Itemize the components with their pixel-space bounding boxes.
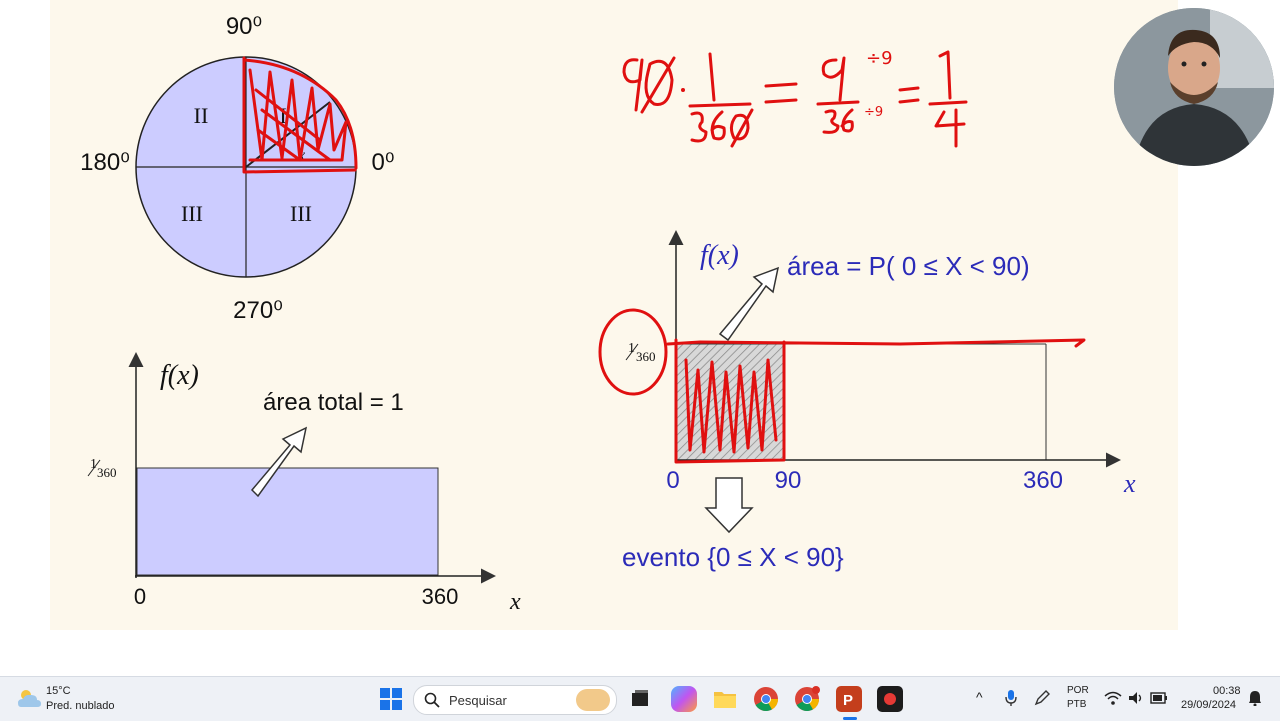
left-x-tick-360: 360 [422,584,459,609]
chrome-profile-icon[interactable] [794,686,820,712]
microphone-icon[interactable] [1004,689,1018,712]
webcam-overlay [1114,8,1274,166]
svg-text:1: 1 [628,341,635,356]
clock-time[interactable]: 00:38 [1213,685,1241,697]
right-x-tick-0: 0 [666,467,679,494]
left-density-graph: f(x) 1 360 área total = 1 0 360 x [87,352,521,615]
left-y-label: f(x) [160,360,199,391]
unit-circle-figure: 90⁰ 180⁰ 0⁰ 270⁰ I II III III x [80,13,394,324]
equation-div-top: ÷9 [866,48,893,69]
search-placeholder: Pesquisar [449,693,507,708]
pen-icon[interactable] [1033,689,1051,712]
search-icon [424,692,440,713]
windows-logo-icon [380,688,402,710]
left-area-label: área total = 1 [263,389,404,416]
event-label: evento {0 ≤ X < 90} [622,542,844,572]
language-top[interactable]: POR [1067,685,1089,696]
quadrant-2-label: II [194,103,209,128]
angle-right-label: 0⁰ [372,149,395,176]
lecture-slide: 90⁰ 180⁰ 0⁰ 270⁰ I II III III x f(x) 1 3… [80,13,1136,615]
weather-widget[interactable]: 15°C Pred. nublado [12,683,122,715]
right-x-label: x [1123,469,1136,498]
search-highlight-icon [576,689,610,711]
chrome-icon[interactable] [753,686,779,712]
show-hidden-icons-chevron-up-icon[interactable]: ^ [976,689,983,705]
quadrant-3-label: III [181,201,203,226]
screen-recorder-icon[interactable] [877,686,903,712]
svg-text:360: 360 [97,465,117,480]
left-x-tick-0: 0 [134,584,146,609]
svg-text:360: 360 [636,349,656,364]
right-density-fraction: 1 360 [625,341,656,364]
left-x-label: x [509,589,521,615]
right-x-tick-90: 90 [775,467,802,494]
volume-icon[interactable] [1127,690,1145,711]
weather-temperature: 15°C [46,685,71,697]
svg-text:1: 1 [90,457,97,472]
taskbar: 15°C Pred. nublado Pesquisar P ^ POR PTB [0,676,1280,721]
weather-cloud-icon [16,687,42,709]
right-density-graph: f(x) área = P( 0 ≤ X < 90) 1 360 0 90 36… [598,230,1136,572]
right-area-arrow [718,266,780,342]
clock-date[interactable]: 29/09/2024 [1181,699,1236,711]
left-density-fraction: 1 360 [87,457,117,480]
right-y-label: f(x) [700,240,739,271]
battery-icon[interactable] [1150,691,1168,710]
right-x-tick-360: 360 [1023,467,1063,494]
taskbar-search[interactable]: Pesquisar [413,685,617,715]
equation-div-bottom: ÷9 [864,105,883,120]
language-bottom[interactable]: PTB [1067,699,1086,710]
copilot-icon[interactable] [671,686,697,712]
angle-left-label: 180⁰ [80,149,130,176]
wifi-icon[interactable] [1104,690,1122,711]
left-uniform-region [136,467,439,576]
svg-text:P: P [843,692,853,709]
angle-top-label: 90⁰ [226,13,262,40]
right-graph-annotation [598,308,1086,464]
notifications-bell-icon[interactable] [1248,690,1262,711]
weather-description: Pred. nublado [46,700,115,712]
handwritten-equation: ÷9 ÷9 [622,48,968,148]
start-button[interactable] [378,686,404,712]
angle-bottom-label: 270⁰ [233,297,283,324]
right-area-label: área = P( 0 ≤ X < 90) [787,251,1030,281]
task-view-icon[interactable] [627,686,653,712]
powerpoint-icon[interactable]: P [836,686,862,712]
event-down-arrow [704,477,754,534]
quadrant-4-label: III [290,201,312,226]
file-explorer-icon[interactable] [712,686,738,712]
